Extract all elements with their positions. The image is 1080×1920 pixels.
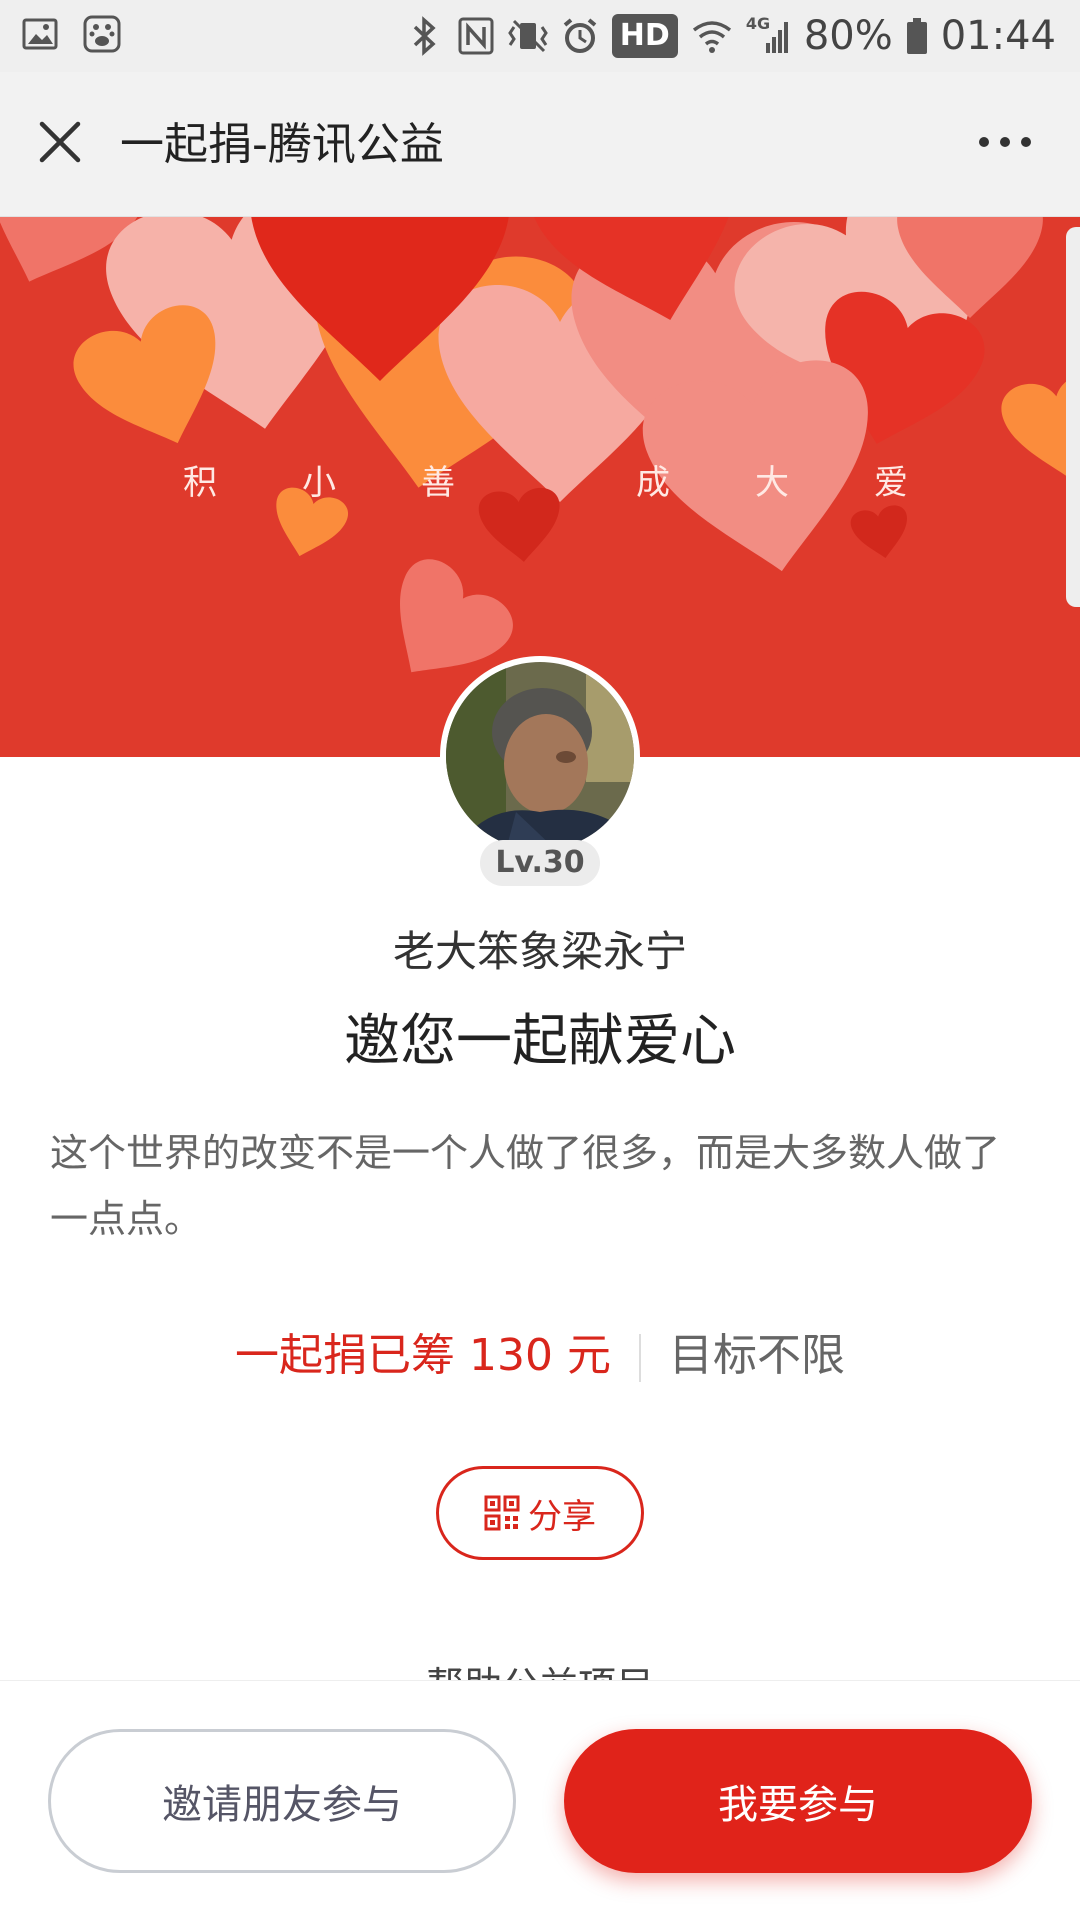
share-label: 分享 [528, 1496, 596, 1537]
fundraising-summary: 一起捐已筹 130 元 目标不限 [0, 1326, 1080, 1386]
gallery-icon [20, 14, 60, 54]
bluetooth-icon [404, 16, 444, 56]
quote-text: 这个世界的改变不是一个人做了很多，而是大多数人做了一点点。 [50, 1131, 1001, 1241]
avatar[interactable] [440, 656, 640, 856]
slogan-char: 善 [421, 463, 455, 503]
slogan-char: 大 [755, 463, 789, 503]
hd-badge: HD [611, 14, 678, 58]
battery-icon [905, 16, 929, 56]
wifi-icon [690, 16, 734, 56]
slogan-char: 爱 [874, 463, 908, 503]
join-button[interactable]: 我要参与 [564, 1729, 1032, 1873]
page-title: 一起捐-腾讯公益 [120, 119, 444, 170]
close-icon[interactable] [30, 112, 90, 172]
battery-percent: 80% [803, 13, 893, 59]
qrcode-icon [484, 1495, 520, 1531]
invite-friends-button[interactable]: 邀请朋友参与 [48, 1729, 516, 1873]
share-button[interactable]: 分享 [436, 1466, 644, 1560]
divider [638, 1334, 641, 1382]
signal-icon: 4G [745, 14, 792, 56]
status-bar: HD 4G 80% 01:44 [0, 0, 1080, 72]
more-icon[interactable] [970, 112, 1040, 172]
raised-amount: 一起捐已筹 130 元 [235, 1330, 611, 1381]
nfc-icon [456, 16, 496, 56]
goal-text: 目标不限 [668, 1330, 845, 1381]
level-badge: Lv.30 [480, 840, 600, 886]
slogan-char: 积 [183, 463, 217, 503]
baidu-icon [82, 14, 122, 54]
network-label: 4G [745, 14, 771, 33]
scrollbar[interactable] [1066, 227, 1080, 607]
alarm-icon [560, 16, 600, 56]
vibrate-icon [507, 16, 548, 56]
clock: 01:44 [940, 13, 1056, 59]
inviter-name: 老大笨象梁永宁 [392, 927, 687, 976]
slogan-char: 成 [636, 463, 670, 503]
headline: 邀您一起献爱心 [344, 1009, 736, 1074]
slogan-char: 小 [302, 463, 336, 503]
title-bar: 一起捐-腾讯公益 [0, 72, 1080, 217]
section-title: 帮助公益项目 [0, 1656, 1080, 1680]
bottom-action-bar: 邀请朋友参与 我要参与 [0, 1680, 1080, 1920]
